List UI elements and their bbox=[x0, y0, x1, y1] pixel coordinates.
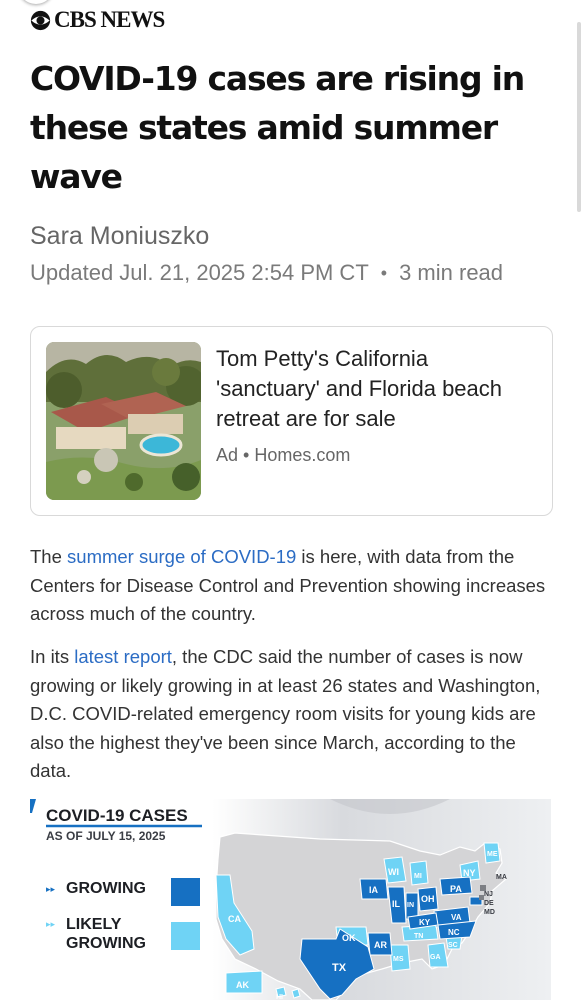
legend-likely-label-1: LIKELY bbox=[66, 916, 122, 933]
ad-title[interactable]: Tom Petty's California 'sanctuary' and F… bbox=[216, 344, 536, 434]
ad-separator: • bbox=[243, 445, 255, 465]
ad-photo-illustration bbox=[46, 342, 201, 500]
latest-report-link[interactable]: latest report bbox=[74, 646, 172, 667]
label-ia: IA bbox=[369, 885, 379, 895]
ad-source[interactable]: Homes.com bbox=[254, 445, 350, 465]
label-hi: HI bbox=[276, 994, 283, 1000]
label-ca: CA bbox=[228, 914, 241, 924]
updated-timestamp: Updated Jul. 21, 2025 2:54 PM CT bbox=[30, 260, 369, 285]
state-hi-2 bbox=[291, 988, 301, 999]
p1-text-start: The bbox=[30, 546, 68, 567]
label-ok: OK bbox=[342, 933, 356, 943]
map-subtitle: AS OF JULY 15, 2025 bbox=[46, 829, 166, 843]
label-ak: AK bbox=[236, 980, 249, 990]
label-de: DE bbox=[484, 900, 494, 907]
label-ms: MS bbox=[393, 956, 404, 963]
brand-name: CBS NEWS bbox=[54, 7, 165, 32]
paragraph-1: The summer surge of COVID-19 is here, wi… bbox=[30, 543, 558, 629]
label-me: ME bbox=[487, 851, 498, 858]
ad-image[interactable] bbox=[46, 342, 201, 500]
masthead[interactable]: CBS NEWS bbox=[30, 7, 165, 33]
label-pa: PA bbox=[450, 884, 462, 894]
legend-growing-label: GROWING bbox=[66, 880, 146, 897]
label-tn: TN bbox=[414, 933, 423, 940]
p2-text-start: In its bbox=[30, 646, 75, 667]
label-il: IL bbox=[392, 899, 401, 909]
label-ma: MA bbox=[496, 874, 507, 881]
meta-separator: • bbox=[380, 262, 388, 283]
map-title: COVID-19 CASES bbox=[46, 806, 188, 825]
label-va: VA bbox=[451, 913, 462, 922]
label-wi: WI bbox=[388, 867, 399, 877]
legend-likely-label-2: GROWING bbox=[66, 935, 146, 952]
cbs-eye-icon bbox=[30, 10, 51, 30]
label-sc: SC bbox=[448, 942, 458, 949]
label-mi: MI bbox=[414, 873, 422, 880]
label-nj: NJ bbox=[484, 891, 493, 898]
article-headline: COVID-19 cases are rising in these state… bbox=[30, 59, 525, 196]
label-ky: KY bbox=[419, 918, 431, 927]
legend-likely-swatch bbox=[171, 922, 200, 950]
label-md: MD bbox=[484, 909, 495, 916]
label-ar: AR bbox=[374, 940, 387, 950]
ad-card[interactable]: Tom Petty's California 'sanctuary' and F… bbox=[30, 326, 553, 516]
map-graphic: WI MI IA IL IN OH PA NY ME VA KY TN NC S… bbox=[30, 799, 551, 1000]
article-meta: Updated Jul. 21, 2025 2:54 PM CT • 3 min… bbox=[30, 260, 503, 286]
label-ga: GA bbox=[430, 954, 441, 961]
label-tx: TX bbox=[332, 962, 347, 974]
label-oh: OH bbox=[421, 894, 435, 904]
legend-arrow-icon: ▸▸ bbox=[46, 920, 56, 930]
legend-growing-swatch bbox=[171, 878, 200, 906]
legend-arrow-icon: ▸▸ bbox=[46, 885, 56, 895]
author-name[interactable]: Sara Moniuszko bbox=[30, 222, 209, 251]
top-overlay-button[interactable] bbox=[18, 0, 54, 4]
ad-source-line: Ad • Homes.com bbox=[216, 445, 350, 466]
scrollbar[interactable] bbox=[577, 22, 581, 212]
read-time: 3 min read bbox=[399, 260, 504, 285]
label-in: IN bbox=[407, 902, 414, 909]
label-ny: NY bbox=[463, 868, 476, 878]
paragraph-2: In its latest report, the CDC said the n… bbox=[30, 643, 558, 786]
covid-cases-map[interactable]: WI MI IA IL IN OH PA NY ME VA KY TN NC S… bbox=[30, 799, 551, 1000]
ad-label: Ad bbox=[216, 445, 239, 465]
summer-surge-link[interactable]: summer surge of COVID-19 bbox=[67, 546, 296, 567]
label-nc: NC bbox=[448, 928, 460, 937]
